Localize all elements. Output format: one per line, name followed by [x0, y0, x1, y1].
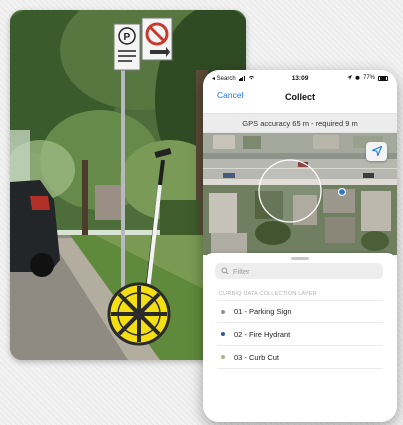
layer-item-label: 03 - Curb Cut [234, 352, 280, 362]
sheet-drag-handle[interactable] [291, 257, 309, 260]
layer-dot-icon [221, 332, 225, 336]
location-arrow-icon [371, 144, 382, 159]
page-title: Collect [284, 92, 315, 102]
battery-percent: 77% [362, 75, 375, 81]
alarm-icon [355, 75, 360, 82]
filter-input[interactable] [233, 266, 373, 276]
search-icon [221, 262, 229, 280]
wifi-icon [248, 75, 255, 82]
layer-dot-icon [221, 355, 225, 359]
layer-sheet: CURBIQ DATA COLLECTION LAYER 01 - Parkin… [203, 253, 397, 422]
layer-list: 01 - Parking Sign 02 - Fire Hydrant 03 -… [203, 300, 397, 369]
filter-box[interactable] [215, 263, 383, 279]
status-bar: ◂ Search 13:09 77% [203, 70, 397, 86]
parking-sign-letter: P [124, 32, 131, 43]
layer-item-curb-cut[interactable]: 03 - Curb Cut [217, 346, 383, 369]
layer-dot-icon [221, 309, 225, 314]
cancel-button[interactable]: Cancel [217, 90, 243, 100]
layer-item-label: 02 - Fire Hydrant [234, 329, 291, 339]
layer-item-parking-sign[interactable]: 01 - Parking Sign [217, 300, 383, 323]
status-time: 13:09 [291, 74, 309, 82]
battery-icon [378, 75, 388, 81]
nav-bar: Cancel Collect [203, 87, 397, 107]
phone-screen: ◂ Search 13:09 77% Cancel Collect GPS ac… [203, 70, 397, 422]
layer-item-label: 01 - Parking Sign [234, 307, 292, 316]
cell-signal-icon [238, 76, 246, 81]
layer-header: CURBIQ DATA COLLECTION LAYER [219, 291, 317, 297]
location-services-icon [346, 74, 352, 82]
gps-accuracy-banner: GPS accuracy 65 m - required 9 m [203, 113, 397, 133]
locate-button[interactable] [366, 142, 387, 161]
layer-item-fire-hydrant[interactable]: 02 - Fire Hydrant [217, 323, 383, 346]
status-carrier: ◂ Search [212, 75, 236, 82]
